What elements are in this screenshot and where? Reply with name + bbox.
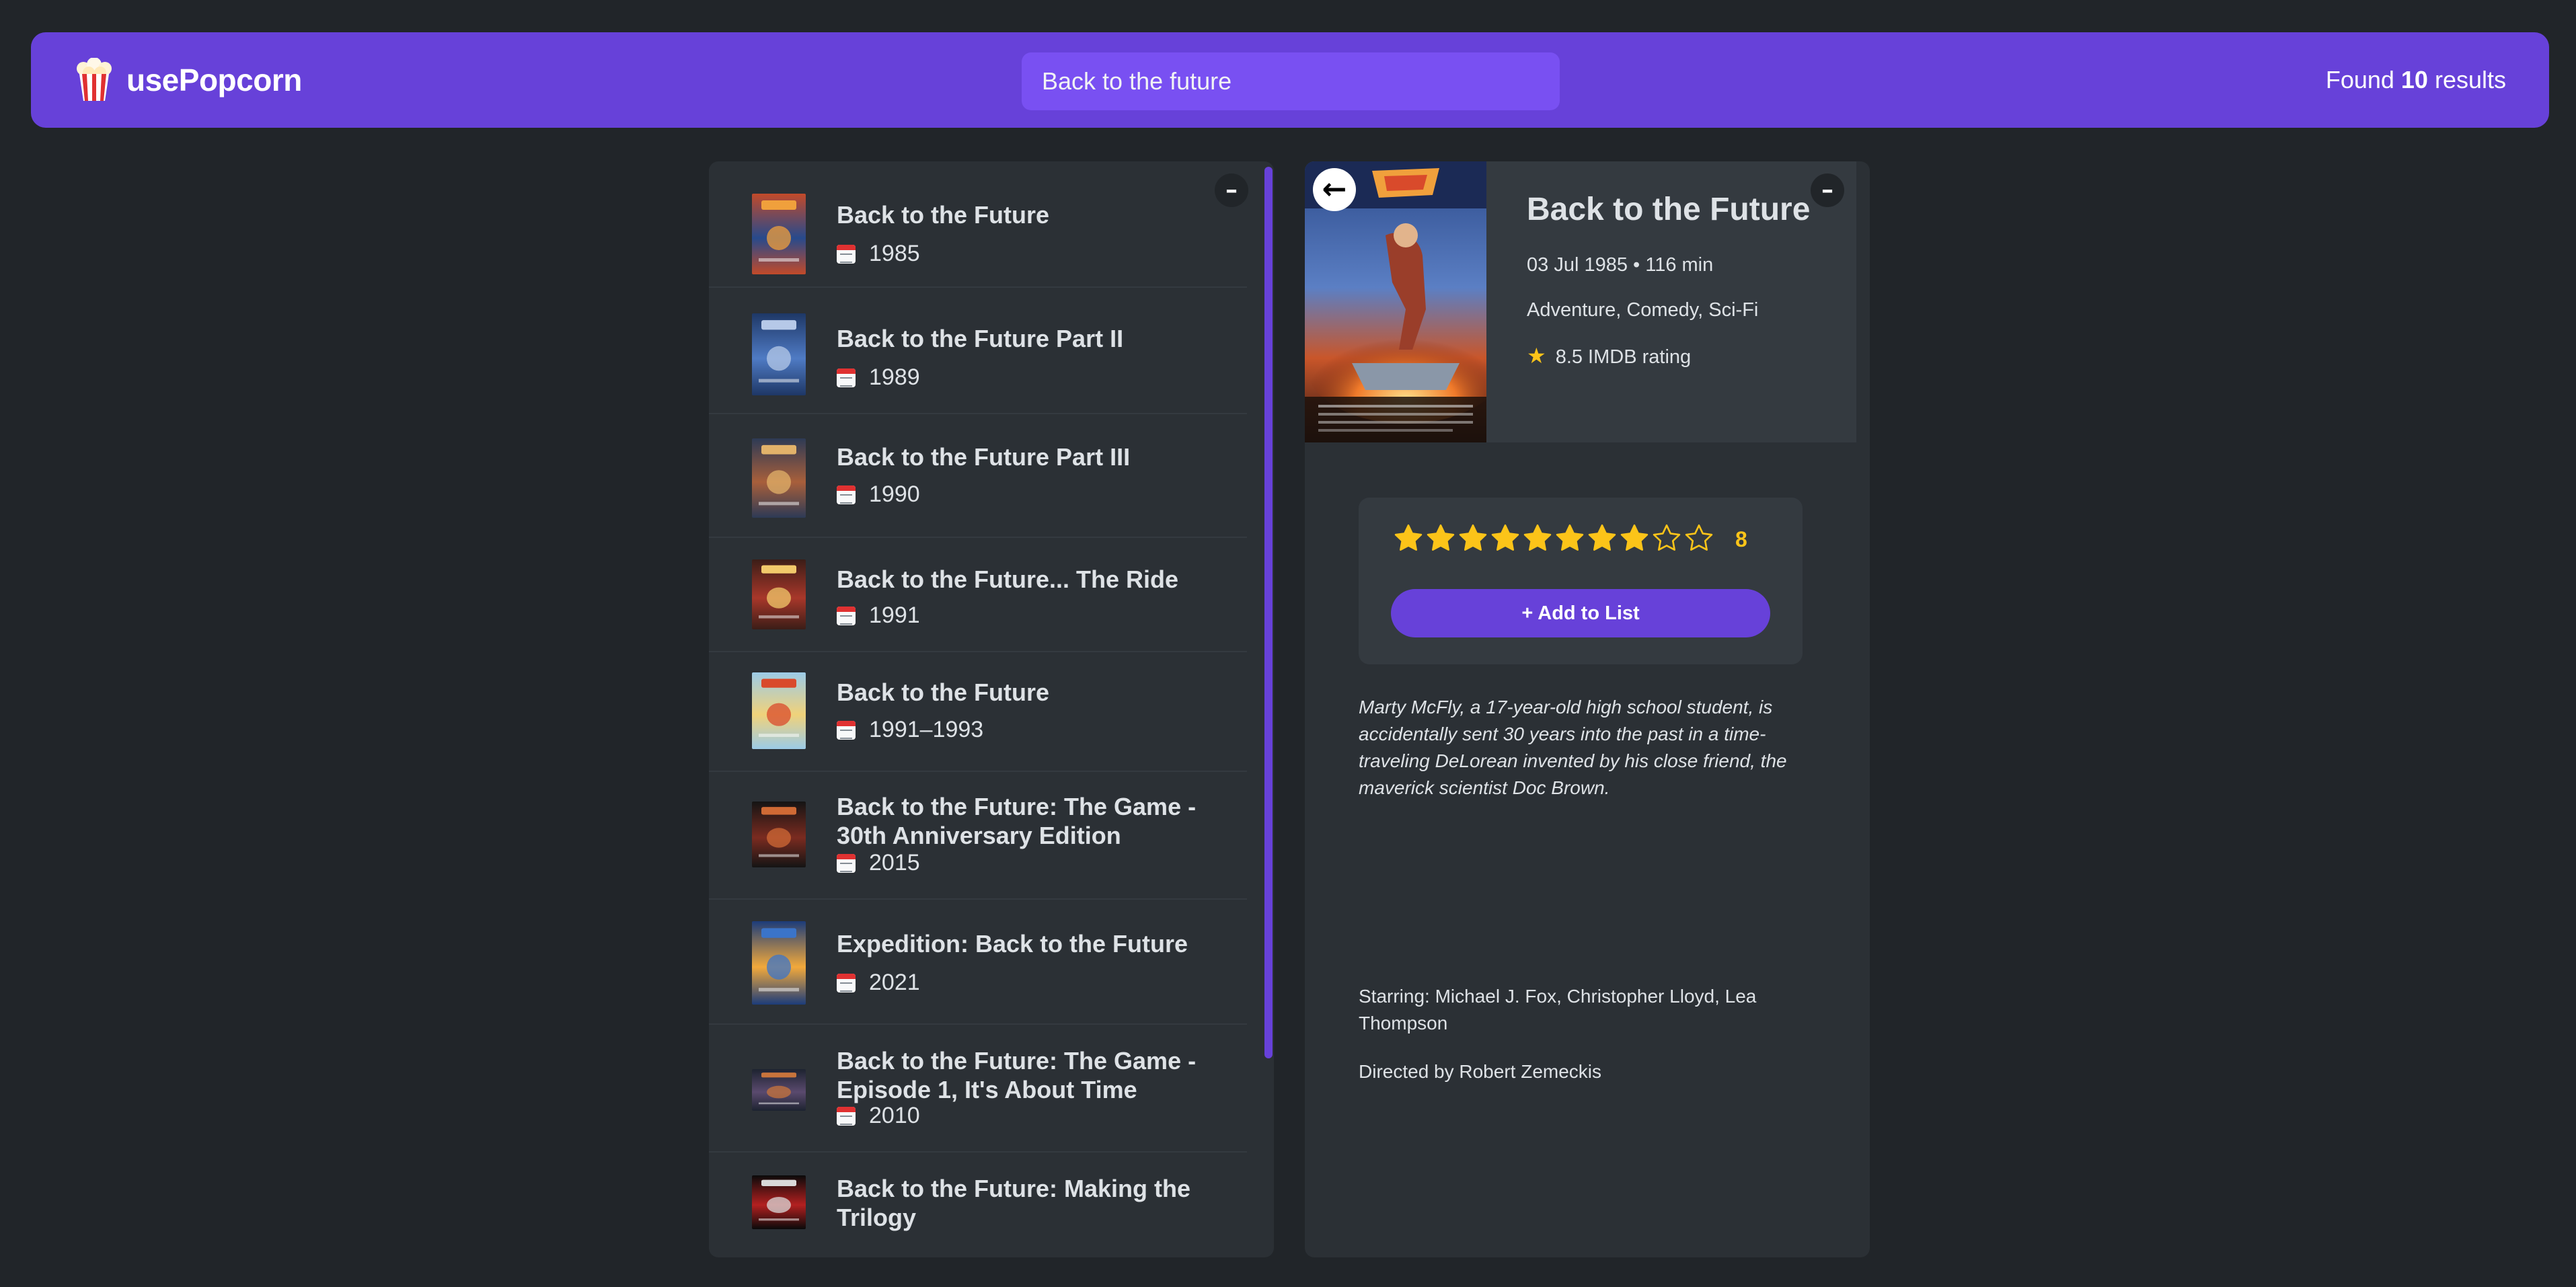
movie-poster-thumbnail — [752, 559, 806, 629]
star-filled-icon[interactable] — [1521, 522, 1554, 554]
movie-year-text: 1985 — [869, 241, 920, 266]
movie-year: 2021 — [837, 970, 920, 996]
star-filled-icon[interactable] — [1392, 522, 1425, 554]
calendar-icon — [837, 1106, 856, 1126]
genre: Adventure, Comedy, Sci-Fi — [1527, 299, 1759, 321]
collapse-results-button[interactable]: – — [1215, 173, 1248, 207]
movie-list-item[interactable]: Back to the Future: The Game - Episode 1… — [709, 1025, 1247, 1153]
movie-poster-thumbnail — [752, 313, 806, 395]
movie-title: Back to the Future — [837, 201, 1050, 229]
movie-poster-thumbnail — [752, 802, 806, 867]
movie-year-text: 1990 — [869, 481, 920, 507]
popcorn-icon — [77, 58, 112, 101]
plot: Marty McFly, a 17-year-old high school s… — [1359, 697, 1787, 798]
movie-title: Back to the Future Part II — [837, 325, 1124, 352]
add-to-list-button[interactable]: + Add to List — [1391, 589, 1770, 637]
movie-poster-thumbnail — [752, 1069, 806, 1111]
calendar-icon — [837, 606, 856, 625]
movie-title: Back to the Future: The Game - 30th Anni… — [837, 793, 1197, 849]
movie-year-text: 1991 — [869, 602, 920, 628]
movie-year: 2015 — [837, 850, 920, 876]
movie-year: 1985 — [837, 241, 920, 267]
search-results-box: – Back to the Future 1985 Back to the Fut… — [709, 161, 1274, 1257]
calendar-icon — [837, 720, 856, 740]
results-number: 10 — [2400, 66, 2428, 93]
details-header: ← Back to the Future 03 Jul 1985 • 116 m… — [1305, 161, 1856, 442]
results-scrollbar[interactable] — [1264, 167, 1273, 1058]
movie-poster-thumbnail — [752, 438, 806, 518]
movie-poster-thumbnail — [752, 1175, 806, 1229]
movie-year: 1991 — [837, 602, 920, 629]
star-filled-icon[interactable] — [1457, 522, 1489, 554]
star-icon: ★ — [1527, 344, 1546, 368]
calendar-icon — [837, 485, 856, 504]
movie-poster-thumbnail — [752, 921, 806, 1005]
movie-title: Back to the Future... The Ride — [837, 566, 1179, 593]
rating-value: 8 — [1735, 527, 1747, 551]
collapse-details-button[interactable]: – — [1811, 173, 1844, 207]
movie-year: 1989 — [837, 364, 920, 391]
results-prefix: Found — [2325, 66, 2401, 93]
movie-list-item[interactable]: Back to the Future 1985 — [709, 161, 1247, 288]
star-rating — [1392, 522, 1715, 554]
imdb-rating: ★ 8.5 IMDB rating — [1527, 343, 1691, 368]
logo: usePopcorn — [75, 58, 1064, 102]
search-input[interactable] — [1022, 52, 1560, 110]
movie-list-item[interactable]: Back to the Future: Making the Trilogy — [709, 1153, 1247, 1257]
movie-poster-thumbnail — [752, 194, 806, 274]
star-filled-icon[interactable] — [1489, 522, 1521, 554]
calendar-icon — [837, 244, 856, 264]
detail-title: Back to the Future — [1527, 192, 1811, 227]
star-filled-icon[interactable] — [1586, 522, 1618, 554]
movie-year-text: 2010 — [869, 1103, 920, 1128]
movie-title: Back to the Future: Making the Trilogy — [837, 1175, 1191, 1231]
star-empty-icon[interactable] — [1651, 522, 1683, 554]
movie-list-item[interactable]: Back to the Future... The Ride 1991 — [709, 538, 1247, 652]
movie-year-text: 1989 — [869, 364, 920, 390]
rating-box: 8 + Add to List — [1359, 498, 1803, 664]
director: Directed by Robert Zemeckis — [1359, 1061, 1602, 1082]
movie-details-box: – ← Back to the Future 03 Jul 1985 • 116… — [1305, 161, 1870, 1257]
calendar-icon — [837, 368, 856, 387]
results-suffix: results — [2427, 66, 2506, 93]
star-filled-icon[interactable] — [1618, 522, 1651, 554]
movie-year: 1990 — [837, 481, 920, 508]
star-empty-icon[interactable] — [1683, 522, 1715, 554]
movie-title: Back to the Future: The Game - Episode 1… — [837, 1047, 1197, 1103]
calendar-icon — [837, 973, 856, 992]
release-runtime: 03 Jul 1985 • 116 min — [1527, 254, 1714, 276]
movie-poster-thumbnail — [752, 672, 806, 749]
navbar: usePopcorn Found 10 results — [31, 32, 2549, 128]
star-filled-icon[interactable] — [1425, 522, 1457, 554]
movie-year-text: 2015 — [869, 850, 920, 875]
movie-year: 2010 — [837, 1103, 920, 1129]
starring: Starring: Michael J. Fox, Christopher Ll… — [1359, 986, 1757, 1034]
logo-text: usePopcorn — [126, 63, 302, 98]
movie-title: Expedition: Back to the Future — [837, 930, 1188, 958]
movie-list: Back to the Future 1985 Back to the Futur… — [709, 161, 1247, 1257]
movie-year: 1991–1993 — [837, 717, 983, 743]
movie-list-item[interactable]: Back to the Future Part II 1989 — [709, 288, 1247, 414]
star-filled-icon[interactable] — [1554, 522, 1586, 554]
movie-list-item[interactable]: Back to the Future Part III 1990 — [709, 414, 1247, 538]
movie-year-text: 2021 — [869, 970, 920, 995]
imdb-rating-text: 8.5 IMDB rating — [1555, 346, 1692, 368]
calendar-icon — [837, 853, 856, 873]
results-count: Found 10 results — [2326, 66, 2506, 94]
movie-title: Back to the Future — [837, 678, 1050, 706]
movie-year-text: 1991–1993 — [869, 717, 984, 742]
back-button[interactable]: ← — [1313, 168, 1356, 211]
movie-title: Back to the Future Part III — [837, 443, 1131, 471]
movie-list-item[interactable]: Expedition: Back to the Future 2021 — [709, 900, 1247, 1025]
movie-list-item[interactable]: Back to the Future 1991–1993 — [709, 652, 1247, 772]
movie-list-item[interactable]: Back to the Future: The Game - 30th Anni… — [709, 772, 1247, 900]
